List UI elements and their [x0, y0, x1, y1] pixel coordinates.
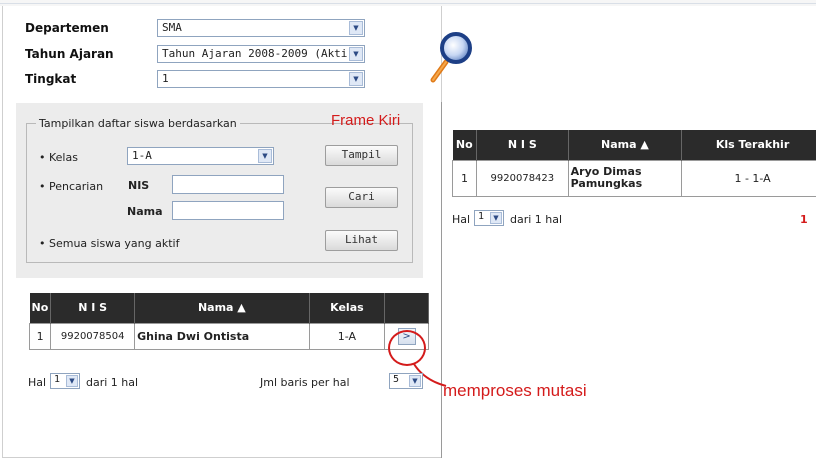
magnifier-icon[interactable] — [428, 28, 476, 86]
left-pager-hal: Hal — [28, 376, 47, 389]
nama-label: Nama — [127, 205, 163, 218]
kelas-label: • Kelas — [39, 151, 78, 164]
chevron-down-icon: ▼ — [349, 47, 363, 61]
left-page-select[interactable]: 1 ▼ — [50, 373, 80, 389]
left-pager-dari: dari 1 hal — [86, 376, 139, 389]
cell-nis: 9920078504 — [50, 322, 136, 350]
col-no[interactable]: No — [452, 130, 477, 160]
cell-no: 1 — [452, 159, 477, 197]
right-student-table: No N I S Nama ▲ Kls Terakhir 1 992007842… — [452, 130, 816, 197]
chevron-down-icon: ▼ — [409, 375, 421, 387]
chevron-down-icon: ▼ — [258, 149, 272, 163]
right-pager-dari: dari 1 hal — [510, 213, 563, 226]
tampil-button[interactable]: Tampil — [325, 145, 398, 166]
col-nis[interactable]: N I S — [50, 293, 136, 323]
table-row: 1 9920078504 Ghina Dwi Ontista 1-A > — [28, 322, 429, 350]
highlight-circle — [388, 330, 426, 366]
col-action — [384, 293, 429, 323]
memproses-mutasi-annotation: memproses mutasi — [443, 381, 587, 400]
right-page-select[interactable]: 1 ▼ — [474, 210, 504, 226]
tingkat-label: Tingkat — [25, 72, 77, 86]
chevron-down-icon: ▼ — [349, 21, 363, 35]
cell-no: 1 — [28, 322, 52, 350]
cell-kls-terakhir: 1 - 1-A — [681, 159, 816, 197]
semua-siswa-label: • Semua siswa yang aktif — [39, 237, 180, 250]
tahun-ajaran-select[interactable]: Tahun Ajaran 2008-2009 (Akti ▼ — [157, 45, 365, 63]
nis-input[interactable] — [172, 175, 284, 194]
chevron-down-icon: ▼ — [349, 72, 363, 86]
filter-legend: Tampilkan daftar siswa berdasarkan — [36, 117, 240, 130]
left-student-table: No N I S Nama ▲ Kelas 1 9920078504 Ghina… — [28, 293, 429, 350]
departemen-label: Departemen — [25, 21, 109, 35]
right-page-value: 1 — [478, 211, 485, 222]
cari-button[interactable]: Cari — [325, 187, 398, 208]
cell-kelas: 1-A — [308, 322, 386, 350]
chevron-down-icon: ▼ — [490, 212, 502, 224]
col-nama[interactable]: Nama ▲ — [568, 130, 683, 160]
tingkat-select[interactable]: 1 ▼ — [157, 70, 365, 88]
kelas-select[interactable]: 1-A ▼ — [127, 147, 274, 165]
right-pager-extra: 1 — [800, 213, 808, 226]
left-page-value: 1 — [54, 374, 61, 385]
col-nis[interactable]: N I S — [476, 130, 569, 160]
frame-kiri-annotation: Frame Kiri — [331, 112, 401, 129]
cell-nis: 9920078423 — [476, 159, 569, 197]
table-row: 1 9920078423 Aryo Dimas Pamungkas 1 - 1-… — [452, 159, 816, 197]
col-no[interactable]: No — [29, 293, 52, 323]
departemen-value: SMA — [162, 21, 182, 34]
col-nama[interactable]: Nama ▲ — [134, 293, 310, 323]
frame-divider — [441, 102, 442, 458]
per-page-value: 5 — [393, 374, 400, 385]
tahun-ajaran-label: Tahun Ajaran — [25, 47, 114, 61]
col-kelas[interactable]: Kelas — [309, 293, 386, 323]
departemen-select[interactable]: SMA ▼ — [157, 19, 365, 37]
cell-nama: Aryo Dimas Pamungkas — [567, 159, 683, 197]
pencarian-label: • Pencarian — [39, 180, 104, 193]
tahun-ajaran-value: Tahun Ajaran 2008-2009 (Akti — [162, 47, 348, 60]
per-page-select[interactable]: 5 ▼ — [389, 373, 423, 389]
tingkat-value: 1 — [162, 72, 169, 85]
col-kls-terakhir[interactable]: Kls Terakhir — [681, 130, 816, 160]
right-pager-hal: Hal — [452, 213, 471, 226]
nis-label: NIS — [128, 179, 150, 192]
cell-nama: Ghina Dwi Ontista — [134, 322, 310, 350]
per-page-label: Jml baris per hal — [260, 376, 350, 389]
chevron-down-icon: ▼ — [66, 375, 78, 387]
lihat-button[interactable]: Lihat — [325, 230, 398, 251]
nama-input[interactable] — [172, 201, 284, 220]
kelas-value: 1-A — [132, 149, 152, 162]
top-divider — [0, 3, 816, 4]
